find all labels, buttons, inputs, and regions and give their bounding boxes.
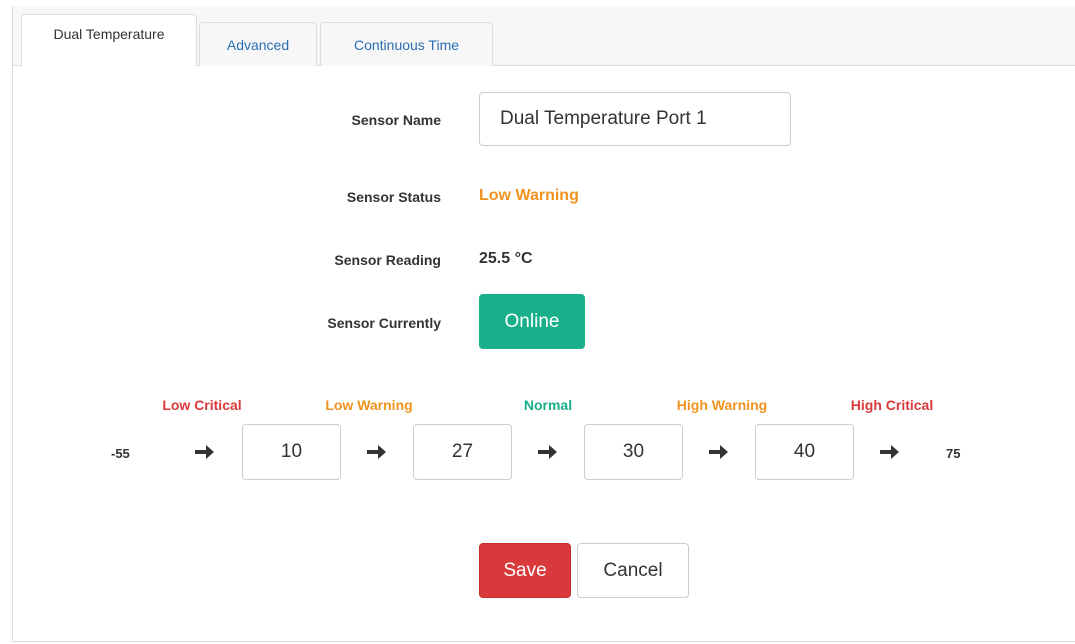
arrow-right-icon bbox=[709, 445, 728, 459]
sensor-name-input[interactable] bbox=[479, 92, 791, 146]
tab-advanced[interactable]: Advanced bbox=[199, 22, 317, 66]
zone-label-normal: Normal bbox=[523, 397, 573, 413]
sensor-settings-panel: Dual Temperature Advanced Continuous Tim… bbox=[12, 6, 1075, 642]
arrow-right-icon bbox=[367, 445, 386, 459]
tab-label: Continuous Time bbox=[353, 36, 460, 53]
low-warning-threshold-input[interactable] bbox=[413, 424, 512, 480]
arrow-right-icon bbox=[880, 445, 899, 459]
tab-dual-temperature[interactable]: Dual Temperature bbox=[21, 14, 197, 67]
sensor-reading-value: 25.5 °C bbox=[479, 250, 533, 267]
high-warning-threshold-input[interactable] bbox=[584, 424, 683, 480]
tab-label: Dual Temperature bbox=[53, 25, 165, 42]
save-button[interactable]: Save bbox=[479, 543, 571, 598]
online-button[interactable]: Online bbox=[479, 294, 585, 349]
arrow-right-icon bbox=[538, 445, 557, 459]
sensor-currently-label: Sensor Currently bbox=[327, 315, 441, 331]
arrow-right-icon bbox=[195, 445, 214, 459]
high-critical-threshold-input[interactable] bbox=[755, 424, 854, 480]
range-max-value: 75 bbox=[946, 446, 961, 461]
tab-label: Advanced bbox=[226, 36, 290, 53]
zone-label-high-warning: High Warning bbox=[676, 397, 768, 413]
low-critical-threshold-input[interactable] bbox=[242, 424, 341, 480]
sensor-name-label: Sensor Name bbox=[351, 112, 441, 128]
tab-continuous-time[interactable]: Continuous Time bbox=[320, 22, 493, 66]
tab-bar: Dual Temperature Advanced Continuous Tim… bbox=[13, 6, 1075, 67]
sensor-status-label: Sensor Status bbox=[346, 189, 441, 205]
sensor-status-value: Low Warning bbox=[479, 187, 579, 204]
zone-label-low-warning: Low Warning bbox=[325, 397, 413, 413]
zone-label-low-critical: Low Critical bbox=[162, 397, 242, 413]
range-min-value: -55 bbox=[111, 446, 130, 461]
sensor-reading-label: Sensor Reading bbox=[334, 252, 441, 268]
cancel-button[interactable]: Cancel bbox=[577, 543, 689, 598]
zone-label-high-critical: High Critical bbox=[850, 397, 934, 413]
